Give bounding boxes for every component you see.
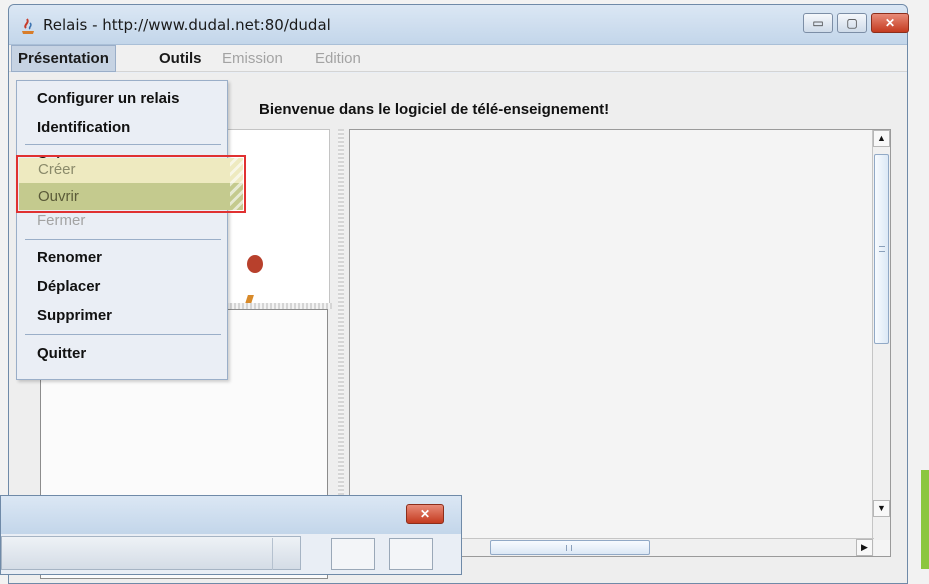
menu-edition: Edition: [315, 50, 361, 67]
arrow-up-icon: ▲: [877, 133, 886, 143]
title-bar[interactable]: Relais - http://www.dudal.net:80/dudal ▭…: [9, 5, 909, 45]
close-button[interactable]: ✕: [871, 13, 909, 33]
maximize-button[interactable]: ▢: [837, 13, 867, 33]
menu-separator: [25, 334, 221, 335]
vertical-scroll-thumb[interactable]: [874, 154, 889, 344]
menu-item-identification[interactable]: Identification: [17, 113, 227, 142]
secondary-button-1[interactable]: [331, 538, 375, 570]
vertical-scrollbar[interactable]: ▲ ▼: [872, 130, 890, 540]
menu-outils[interactable]: Outils: [153, 45, 208, 72]
highlight-box: Créer Ouvrir: [16, 155, 246, 213]
secondary-input-field[interactable]: [1, 536, 301, 570]
arrow-right-icon: ▶: [861, 542, 868, 552]
secondary-button-2[interactable]: [389, 538, 433, 570]
highlight-creer-label[interactable]: Créer: [18, 157, 244, 183]
logo-dot: [247, 255, 263, 273]
highlight-ouvrir-label[interactable]: Ouvrir: [18, 183, 244, 211]
close-icon: ✕: [884, 16, 896, 30]
vertical-splitter[interactable]: [338, 129, 344, 509]
menu-separator: [25, 144, 221, 145]
close-icon: ✕: [419, 507, 431, 521]
field-dropdown-button[interactable]: [272, 538, 302, 570]
arrow-down-icon: ▼: [877, 503, 886, 513]
presentation-dropdown: Configurer un relais Identification Crée…: [16, 80, 228, 380]
java-icon: [22, 18, 34, 34]
menu-item-supprimer[interactable]: Supprimer: [17, 301, 227, 330]
secondary-window: ✕: [0, 495, 462, 575]
welcome-message: Bienvenue dans le logiciel de télé-ensei…: [259, 101, 610, 118]
menu-item-renomer[interactable]: Renomer: [17, 243, 227, 272]
window-title: Relais - http://www.dudal.net:80/dudal: [43, 16, 331, 34]
green-accent-bar: [921, 470, 929, 569]
scroll-up-button[interactable]: ▲: [873, 130, 890, 147]
minimize-button[interactable]: ▭: [803, 13, 833, 33]
menu-item-deplacer[interactable]: Déplacer: [17, 272, 227, 301]
horizontal-scroll-thumb[interactable]: [490, 540, 650, 555]
scroll-right-button[interactable]: ▶: [856, 539, 873, 556]
maximize-icon: ▢: [846, 16, 858, 30]
menu-item-quitter[interactable]: Quitter: [17, 339, 227, 368]
menu-item-configurer-relais[interactable]: Configurer un relais: [17, 84, 227, 113]
menu-separator: [25, 239, 221, 240]
secondary-close-button[interactable]: ✕: [406, 504, 444, 524]
scroll-down-button[interactable]: ▼: [873, 500, 890, 517]
content-panel[interactable]: ▲ ▼ ▶: [349, 129, 891, 557]
menu-bar: Présentation Outils Emission Edition: [9, 45, 907, 72]
secondary-title-bar[interactable]: ✕: [1, 496, 461, 534]
menu-emission: Emission: [222, 50, 283, 67]
menu-presentation[interactable]: Présentation: [11, 45, 116, 72]
grip-icon: [879, 246, 885, 252]
minimize-icon: ▭: [812, 16, 824, 30]
grip-icon: [566, 545, 572, 551]
